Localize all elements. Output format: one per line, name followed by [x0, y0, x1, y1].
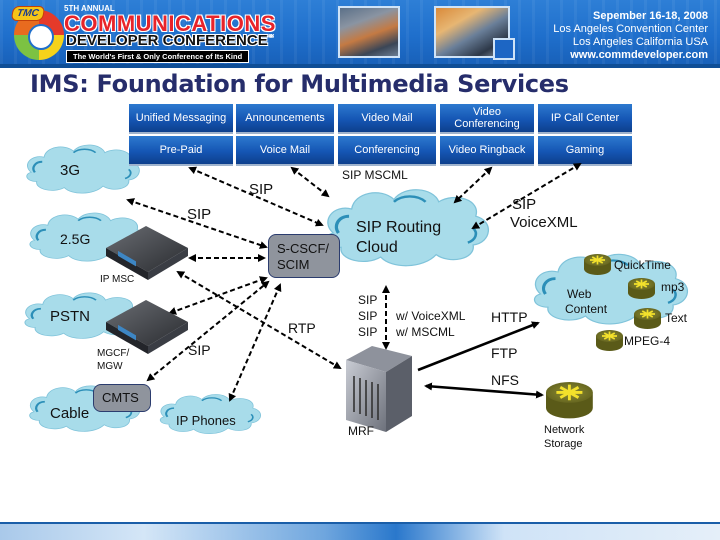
mrf-sip-stack: SIP SIP SIP: [358, 292, 377, 340]
slide-title: IMS: Foundation for Multimedia Services: [30, 70, 569, 98]
mgcf-device-icon: [106, 300, 188, 354]
mgcf-line1: MGCF/: [97, 348, 130, 359]
service-conferencing[interactable]: Conferencing: [338, 136, 436, 166]
ip-msc-device-icon: [106, 226, 188, 280]
mrf-server-icon: [346, 346, 412, 432]
service-label: Gaming: [565, 144, 605, 156]
sip-voicexml-line2: VoiceXML: [510, 214, 578, 231]
web-content-line1: Web: [567, 287, 592, 301]
mrf-sip-suffix: w/ VoiceXML w/ MSCML: [396, 308, 465, 340]
web-content-line2: Content: [565, 302, 608, 316]
event-venue: Los Angeles Convention Center: [553, 23, 708, 35]
media-text: Text: [665, 311, 688, 325]
cloud-3g: [25, 143, 141, 195]
link-cmts-scscf: [146, 280, 270, 382]
service-label: Video Ringback: [448, 144, 526, 156]
event-info: Sepember 16-18, 2008 Los Angeles Convent…: [553, 10, 708, 62]
service-video-ringback[interactable]: Video Ringback: [440, 136, 534, 166]
conference-banner: TMC 5TH ANNUAL COMMUNICATIONS DEVELOPER …: [0, 0, 720, 66]
protocol-sip-lower: SIP: [188, 342, 211, 358]
event-website: www.commdeveloper.com: [570, 49, 708, 61]
service-label: IP Call Center: [550, 112, 620, 124]
mgcf-line2: MGW: [97, 361, 123, 372]
protocol-sip-voicexml: SIP VoiceXML: [510, 196, 578, 232]
banner-tagline: The World's First & Only Conference of I…: [66, 50, 250, 63]
trademark-symbol: ™: [267, 35, 274, 41]
media-mpeg4: MPEG-4: [624, 334, 671, 348]
network-pstn: PSTN: [50, 308, 91, 325]
link-voicemail-routing: [290, 166, 330, 198]
service-voice-mail[interactable]: Voice Mail: [236, 136, 334, 166]
service-video-mail[interactable]: Video Mail: [338, 104, 436, 134]
mrf-sip-suffix-mscml: w/ MSCML: [396, 325, 455, 339]
service-label: Video Conferencing: [454, 106, 520, 130]
mrf-sip-line2: SIP: [358, 309, 378, 323]
network-ip-phones: IP Phones: [176, 413, 236, 428]
sip-routing-line1: SIP Routing: [356, 219, 442, 236]
service-label: Announcements: [245, 112, 325, 124]
link-mrf-storage-nfs: [424, 382, 544, 399]
service-label: Pre-Paid: [159, 144, 203, 156]
banner-divider: [0, 64, 720, 68]
network-storage-line1: Network: [544, 424, 585, 436]
tmc-logo-badge: TMC: [10, 6, 45, 21]
service-ip-call-center[interactable]: IP Call Center: [538, 104, 632, 134]
service-pre-paid[interactable]: Pre-Paid: [129, 136, 233, 166]
cmts-label: CMTS: [102, 390, 139, 405]
network-storage-router-icon: [544, 380, 595, 420]
network-cable: Cable: [50, 405, 90, 422]
mp3-router-icon: [627, 277, 656, 300]
service-announcements[interactable]: Announcements: [236, 104, 334, 134]
sip-routing-cloud-label: SIP Routing Cloud: [356, 218, 441, 258]
event-date: Sepember 16-18, 2008: [593, 10, 708, 22]
ip-msc-label: IP MSC: [100, 274, 135, 285]
protocol-nfs: NFS: [491, 372, 519, 388]
service-label: Voice Mail: [259, 144, 311, 156]
protocol-http: HTTP: [491, 309, 528, 325]
media-mp3: mp3: [661, 280, 685, 294]
service-label: Conferencing: [354, 144, 420, 156]
mrf-sip-suffix-voicexml: w/ VoiceXML: [396, 309, 466, 323]
media-quicktime: QuickTime: [614, 258, 671, 272]
mrf-sip-line3: SIP: [358, 325, 378, 339]
mrf-sip-line1: SIP: [358, 293, 378, 307]
link-ipphones-scscf: [228, 283, 282, 402]
banner-title-line2: DEVELOPER CONFERENCE™: [66, 32, 274, 49]
s-cscf-scim-node[interactable]: S-CSCF/ SCIM: [268, 234, 340, 278]
crowd-photo: [338, 6, 400, 58]
mrf-label: MRF: [348, 424, 374, 438]
quicktime-router-icon: [583, 253, 612, 276]
service-video-conferencing[interactable]: Video Conferencing: [440, 104, 534, 134]
protocol-sip-top: SIP: [249, 181, 274, 198]
service-gaming[interactable]: Gaming: [538, 136, 632, 166]
footer-strip: [0, 524, 720, 540]
service-label: Video Mail: [361, 112, 413, 124]
link-ringback-routing: [453, 166, 493, 204]
s-cscf-line2: SCIM: [277, 257, 310, 272]
mgcf-mgw-label: MGCF/ MGW: [97, 347, 129, 373]
cmts-node[interactable]: CMTS: [93, 384, 151, 412]
service-label: Unified Messaging: [135, 112, 227, 124]
protocol-sip-mscml: SIP MSCML: [342, 168, 408, 182]
protocol-rtp: RTP: [288, 320, 316, 336]
decorative-square: [493, 38, 515, 60]
protocol-ftp: FTP: [491, 345, 518, 361]
sip-voicexml-line1: SIP: [512, 196, 537, 213]
protocol-sip-left: SIP: [187, 206, 212, 223]
event-location: Los Angeles California USA: [572, 36, 708, 48]
network-storage-label: Network Storage: [544, 423, 584, 451]
link-mgcf-scscf: [168, 276, 268, 315]
sip-routing-line2: Cloud: [356, 239, 398, 256]
service-unified-messaging[interactable]: Unified Messaging: [129, 104, 233, 134]
web-content-cloud-label: Web Content: [565, 287, 607, 317]
network-3g: 3G: [60, 162, 81, 179]
text-router-icon: [633, 307, 662, 330]
network-storage-line2: Storage: [544, 438, 583, 450]
network-2-5g: 2.5G: [60, 231, 91, 247]
s-cscf-line1: S-CSCF/: [277, 241, 329, 256]
mpeg4-router-icon: [595, 329, 624, 352]
banner-title-line2-text: DEVELOPER CONFERENCE: [66, 32, 268, 49]
